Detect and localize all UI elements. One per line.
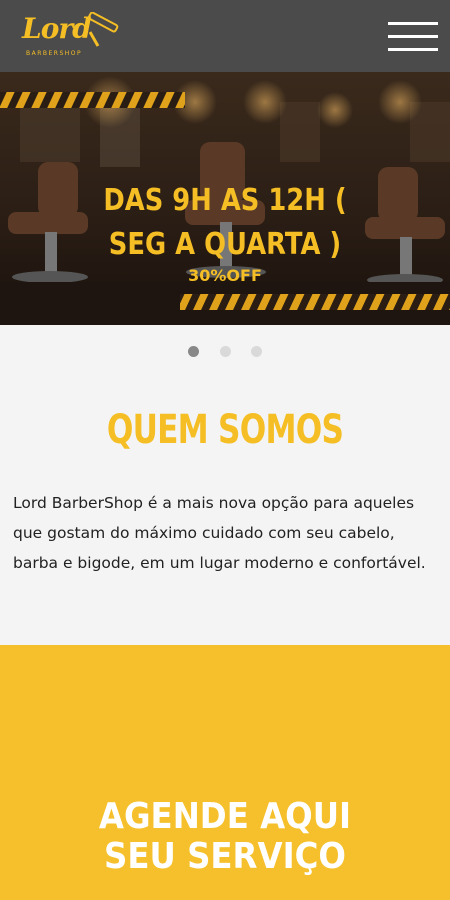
hero-banner[interactable]: DAS 9H AS 12H ( SEG A QUARTA ) 30%OFF xyxy=(0,72,450,325)
carousel-indicators xyxy=(0,344,450,360)
schedule-cta[interactable]: AGENDE AQUI SEU SERVIÇO xyxy=(23,797,428,877)
app-header: Lord BARBERSHOP xyxy=(0,0,450,72)
schedule-section: AGENDE AQUI SEU SERVIÇO xyxy=(0,645,450,900)
brand-logo[interactable]: Lord BARBERSHOP xyxy=(22,10,119,62)
logo-subtitle: BARBERSHOP xyxy=(26,50,83,57)
logo-wordmark: Lord xyxy=(22,12,92,45)
schedule-cta-line-2: SEU SERVIÇO xyxy=(104,836,346,877)
carousel-dot-2[interactable] xyxy=(219,346,231,357)
promo-title: DAS 9H AS 12H ( SEG A QUARTA ) xyxy=(32,179,419,267)
razor-icon xyxy=(87,12,119,47)
carousel-dot-3[interactable] xyxy=(250,346,262,357)
hamburger-menu-icon[interactable] xyxy=(388,22,438,52)
promo-title-line-2: SEG A QUARTA ) xyxy=(108,227,342,262)
carousel-dot-1[interactable] xyxy=(188,346,200,357)
promo-title-line-1: DAS 9H AS 12H ( xyxy=(103,183,347,218)
schedule-cta-line-1: AGENDE AQUI xyxy=(98,796,352,837)
about-description: Lord BarberShop é a mais nova opção para… xyxy=(13,494,426,572)
promo-discount: 30%OFF xyxy=(188,266,262,285)
section-title-about: QUEM SOMOS xyxy=(106,407,344,453)
